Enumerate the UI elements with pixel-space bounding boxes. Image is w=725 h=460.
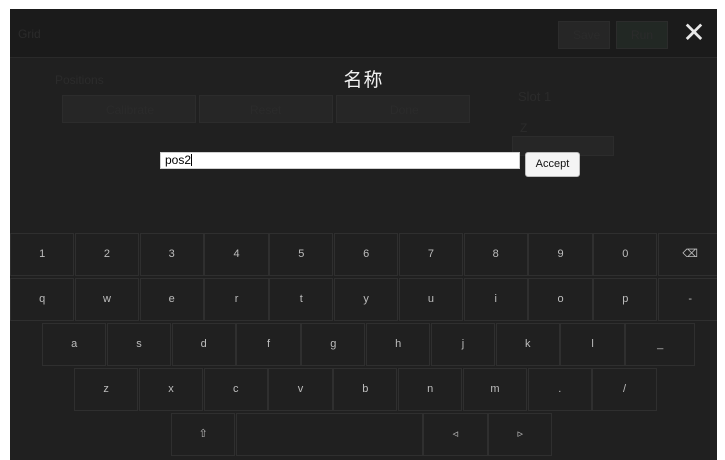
- text-caret: [191, 154, 193, 166]
- key-9[interactable]: 9: [528, 233, 593, 276]
- key-d[interactable]: d: [171, 323, 236, 366]
- period-key[interactable]: .: [527, 368, 592, 411]
- background-button-3-label: Done: [390, 103, 419, 117]
- backspace-key[interactable]: ⌫: [658, 233, 717, 276]
- key-x[interactable]: x: [138, 368, 204, 411]
- key-o[interactable]: o: [528, 278, 593, 321]
- slash-key[interactable]: /: [592, 368, 657, 411]
- space-key[interactable]: [235, 413, 423, 456]
- key-u[interactable]: u: [398, 278, 464, 321]
- key-m[interactable]: m: [462, 368, 528, 411]
- key-v[interactable]: v: [268, 368, 333, 411]
- left-arrow-key[interactable]: ◃: [423, 413, 488, 456]
- onscreen-keyboard: 1 2 3 4 5 6 7 8 9 0 ⌫ q w e r t y u i o p - a s d f g h j k l _z x c v b n m.…: [10, 233, 717, 460]
- key-l[interactable]: l: [560, 323, 625, 366]
- key-c[interactable]: c: [203, 368, 268, 411]
- background-right-label-2: Z: [520, 121, 528, 135]
- key-f[interactable]: f: [236, 323, 301, 366]
- underscore-key[interactable]: _: [625, 323, 696, 366]
- background-button-2-label: Reset: [250, 103, 282, 117]
- dash-key[interactable]: -: [658, 278, 717, 321]
- key-5[interactable]: 5: [269, 233, 334, 276]
- background-save-label: Save: [573, 28, 601, 42]
- key-8[interactable]: 8: [463, 233, 528, 276]
- close-icon[interactable]: ✕: [681, 19, 707, 47]
- shift-key[interactable]: ⇧: [171, 413, 236, 456]
- key-7[interactable]: 7: [398, 233, 464, 276]
- key-n[interactable]: n: [398, 368, 463, 411]
- key-w[interactable]: w: [74, 278, 140, 321]
- key-h[interactable]: h: [366, 323, 431, 366]
- key-q[interactable]: q: [10, 278, 75, 321]
- background-title: Grid: [18, 27, 41, 41]
- key-b[interactable]: b: [333, 368, 398, 411]
- name-input[interactable]: pos2: [160, 152, 520, 169]
- key-p[interactable]: p: [593, 278, 658, 321]
- key-y[interactable]: y: [334, 278, 399, 321]
- key-0[interactable]: 0: [593, 233, 658, 276]
- key-t[interactable]: t: [269, 278, 334, 321]
- accept-button[interactable]: Accept: [525, 152, 580, 177]
- key-s[interactable]: s: [106, 323, 172, 366]
- top-bar: Grid Save Run ✕: [10, 9, 717, 58]
- key-3[interactable]: 3: [139, 233, 204, 276]
- key-j[interactable]: j: [430, 323, 496, 366]
- key-4[interactable]: 4: [204, 233, 269, 276]
- background-button-1-label: Calibrate: [106, 103, 155, 117]
- key-g[interactable]: g: [301, 323, 366, 366]
- key-a[interactable]: a: [42, 323, 107, 366]
- key-6[interactable]: 6: [334, 233, 399, 276]
- name-input-value: pos2: [165, 153, 192, 167]
- background-run-label: Run: [631, 28, 654, 42]
- key-z[interactable]: z: [74, 368, 139, 411]
- app-screen: Grid Save Run ✕ Positions Calibrate Rese…: [10, 9, 717, 460]
- key-k[interactable]: k: [495, 323, 560, 366]
- key-e[interactable]: e: [139, 278, 204, 321]
- dialog-title: 名称: [343, 70, 384, 91]
- key-2[interactable]: 2: [74, 233, 140, 276]
- key-1[interactable]: 1: [10, 233, 75, 276]
- right-arrow-key[interactable]: ▹: [488, 413, 553, 456]
- key-r[interactable]: r: [204, 278, 269, 321]
- key-i[interactable]: i: [463, 278, 528, 321]
